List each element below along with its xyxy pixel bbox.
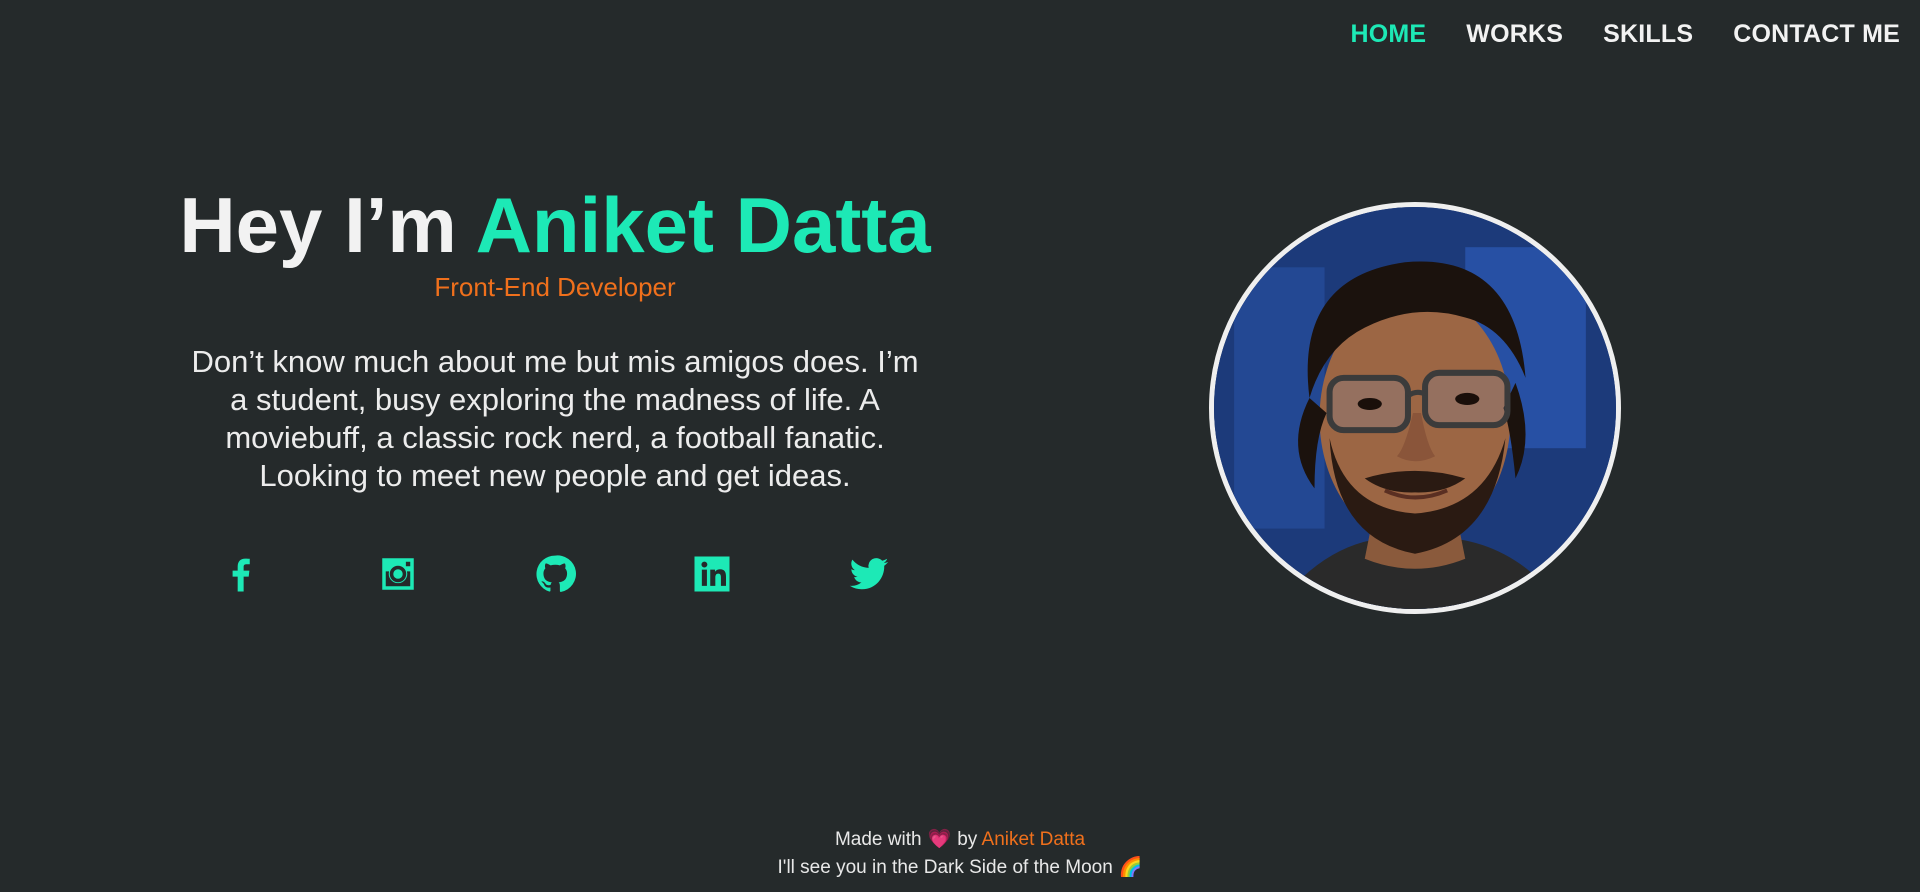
twitter-link[interactable]: [848, 553, 890, 595]
profile-photo: [1214, 207, 1616, 609]
nav-home-link[interactable]: HOME: [1350, 20, 1426, 49]
linkedin-link[interactable]: [691, 553, 733, 595]
rainbow-icon: 🌈: [1118, 857, 1143, 878]
nav-skills-link[interactable]: SKILLS: [1603, 20, 1693, 49]
linkedin-icon: [694, 556, 730, 592]
footer-credit: Made with 💗 by Aniket Datta: [0, 826, 1920, 854]
heart-icon: 💗: [927, 829, 952, 850]
footer-made-with: Made with: [834, 829, 922, 850]
hero-name: Aniket Datta: [475, 181, 931, 269]
nav-contact-link[interactable]: CONTACT ME: [1733, 20, 1900, 49]
footer-by: by: [957, 829, 978, 850]
instagram-icon: [382, 558, 414, 590]
hero-subtitle: Front-End Developer: [434, 272, 676, 302]
page: HOME WORKS SKILLS CONTACT ME Hey I’m Ani…: [0, 0, 1920, 892]
social-links: [190, 553, 920, 595]
hero-bio: Don’t know much about me but mis amigos …: [191, 344, 919, 493]
hero-section: Hey I’m Aniket Datta Front-End Developer…: [150, 180, 960, 595]
footer-tagline-row: I'll see you in the Dark Side of the Moo…: [0, 854, 1920, 882]
main-nav: HOME WORKS SKILLS CONTACT ME: [1310, 20, 1900, 49]
avatar: [1209, 202, 1621, 614]
github-link[interactable]: [534, 553, 576, 595]
facebook-link[interactable]: [220, 553, 262, 595]
footer-tagline: I'll see you in the Dark Side of the Moo…: [777, 857, 1113, 878]
instagram-link[interactable]: [377, 553, 419, 595]
footer: Made with 💗 by Aniket Datta I'll see you i…: [0, 826, 1920, 882]
facebook-icon: [232, 558, 250, 592]
nav-works-link[interactable]: WORKS: [1466, 20, 1563, 49]
hero-title: Hey I’m Aniket Datta: [150, 180, 960, 270]
footer-author-link[interactable]: Aniket Datta: [982, 829, 1086, 850]
hero-greeting: Hey I’m: [179, 181, 476, 269]
github-icon: [536, 555, 576, 592]
twitter-icon: [849, 558, 889, 590]
